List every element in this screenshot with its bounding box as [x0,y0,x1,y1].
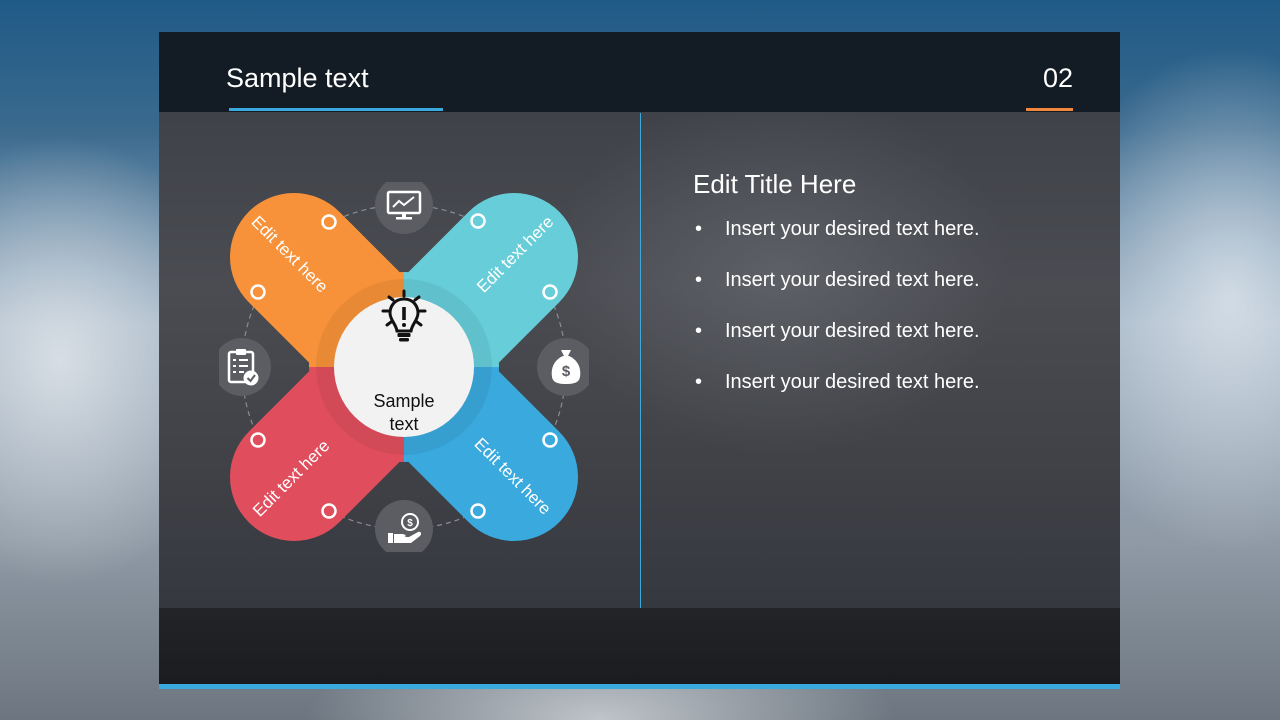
bullet-marker: • [695,218,703,240]
bullet-text: Insert your desired text here. [725,320,980,342]
money-bag-icon: $ [537,338,589,396]
list-item: • Insert your desired text here. [695,268,980,319]
slide-footer [159,608,1120,684]
x-petal-diagram: Edit text here Edit text here Edit text … [219,182,589,552]
slide-header: Sample text 02 [159,32,1120,112]
svg-text:$: $ [562,363,571,380]
footer-accent-line [159,684,1120,689]
slide-title: Sample text [226,63,369,93]
svg-text:$: $ [407,518,413,529]
center-label-line1: Sample [373,391,434,411]
list-item: • Insert your desired text here. [695,217,980,268]
slide: Sample text 02 Edit text here Edit text … [159,32,1120,689]
bullet-marker: • [695,320,703,342]
list-item: • Insert your desired text here. [695,370,980,421]
bullet-list: • Insert your desired text here. • Insert … [695,217,980,421]
vertical-divider [640,113,641,608]
hand-coin-icon: $ [375,500,433,552]
bullet-marker: • [695,371,703,393]
page-number-underline [1026,108,1073,111]
title-underline [229,108,443,111]
bullet-text: Insert your desired text here. [725,371,980,393]
bullet-marker: • [695,269,703,291]
bullet-text: Insert your desired text here. [725,269,980,291]
bullet-text: Insert your desired text here. [725,218,980,240]
center-label-line2: text [389,414,418,434]
clipboard-checklist-icon [219,338,271,396]
list-item: • Insert your desired text here. [695,319,980,370]
content-title: Edit Title Here [693,169,857,199]
page-number: 02 [1043,63,1074,93]
monitor-chart-icon [375,182,433,234]
